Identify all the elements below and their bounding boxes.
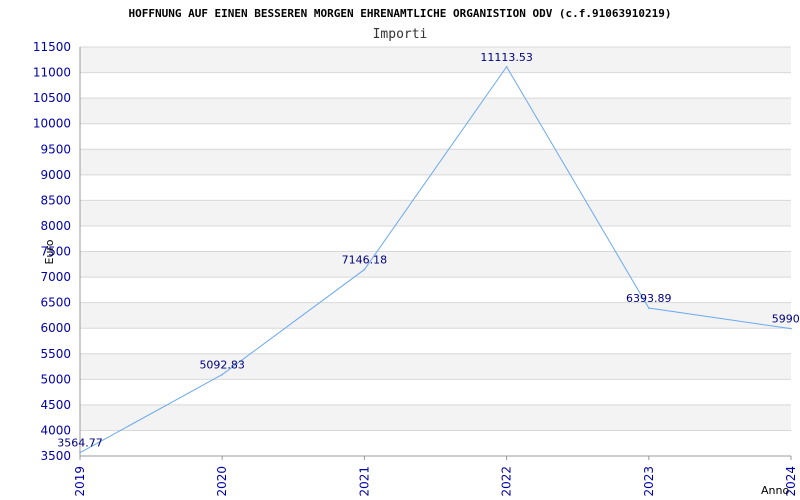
data-point [648,307,650,309]
x-tick-label: 2019 [73,466,87,497]
y-axis-title: Euro [43,239,56,264]
x-axis-title: Anno [761,484,789,497]
grid-band [80,353,791,380]
data-label: 5092.83 [199,359,245,372]
x-tick-label: 2021 [357,466,371,497]
y-tick-label: 10500 [33,91,71,105]
grid-band [80,251,791,278]
y-tick-label: 6500 [40,296,71,310]
grid-band [80,404,791,431]
grid-band [80,200,791,226]
y-tick-label: 7000 [40,270,71,284]
y-tick-label: 3500 [40,449,71,463]
data-label: 3564.77 [57,437,103,450]
y-tick-label: 6000 [40,321,71,335]
y-tick-label: 8500 [40,193,71,207]
x-tick-label: 2022 [500,466,514,497]
chart-subtitle: Importi [373,27,428,42]
chart-title: HOFFNUNG AUF EINEN BESSEREN MORGEN EHREN… [128,7,671,20]
y-tick-label: 11000 [33,66,71,80]
x-tick-label: 2023 [642,466,656,497]
data-point [505,65,508,68]
grid-band [80,302,791,329]
x-tick-label: 2020 [215,466,229,497]
y-tick-label: 8000 [40,219,71,233]
y-tick-label: 5000 [40,372,71,386]
y-tick-label: 11500 [33,40,71,54]
y-tick-label: 4000 [40,423,71,437]
y-tick-label: 9000 [40,168,71,182]
data-label: 6393.89 [626,292,672,305]
data-point [363,268,366,271]
grid-bands [80,47,791,431]
data-label: 5990.8 [772,313,800,326]
data-point [221,373,223,376]
data-label: 7146.18 [342,254,388,267]
grid-band [80,149,791,175]
data-point [79,451,81,454]
y-tick-label: 9500 [40,142,71,156]
grid-band [80,98,791,124]
x-axis-ticks: 2019 2020 2021 2022 2023 2024 [73,456,798,497]
y-tick-label: 10000 [33,117,71,131]
chart: HOFFNUNG AUF EINEN BESSEREN MORGEN EHREN… [33,7,800,497]
y-tick-label: 5500 [40,347,71,361]
grid-band [80,47,791,73]
data-label: 11113.53 [480,51,533,64]
y-tick-label: 4500 [40,398,71,412]
data-point [790,327,792,330]
